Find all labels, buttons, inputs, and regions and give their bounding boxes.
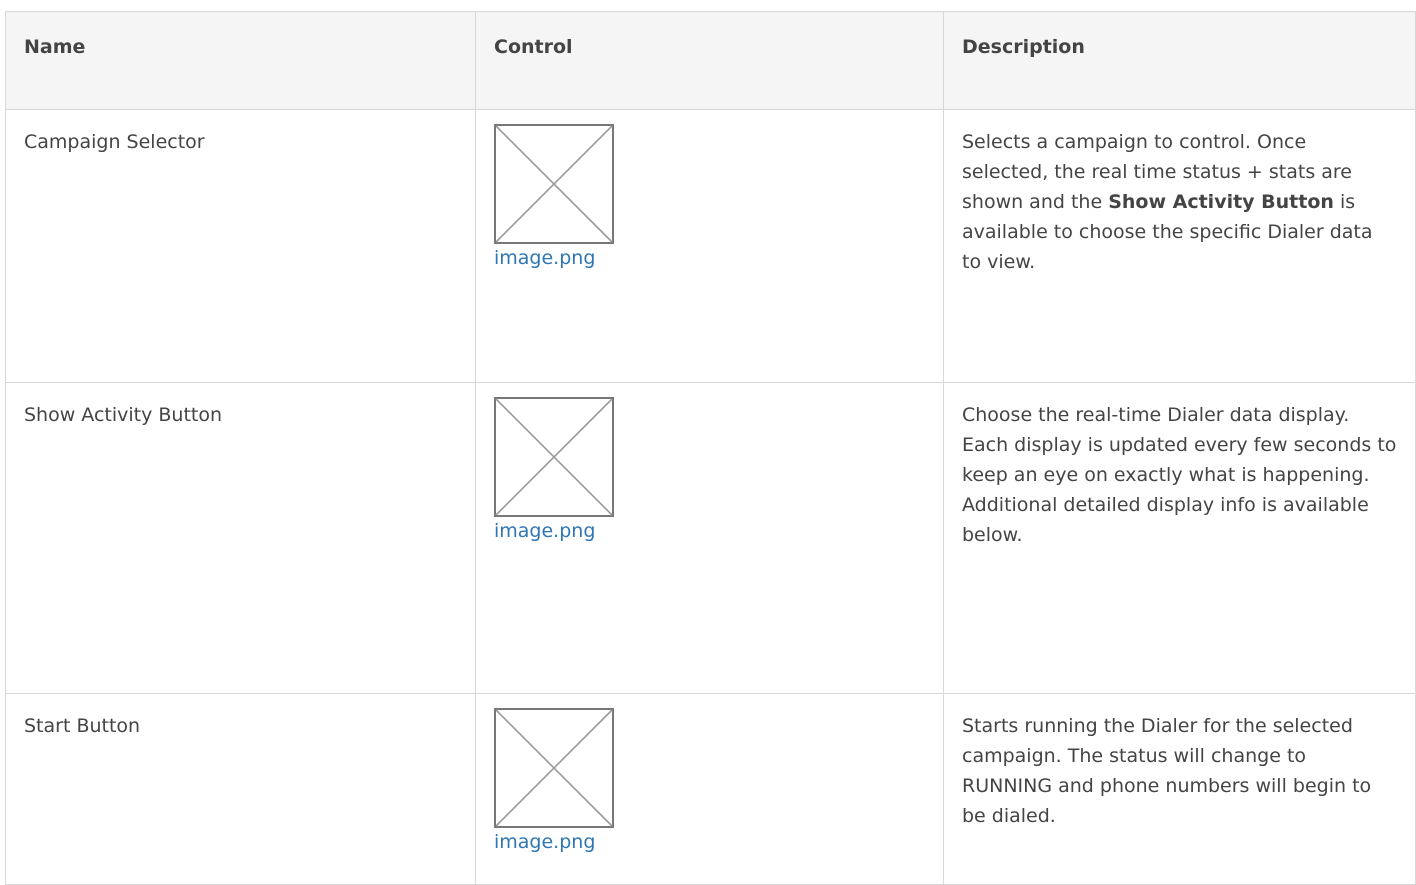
- table-row: Start Button image.png Starts running th…: [5, 693, 1416, 885]
- header-description: Description: [943, 11, 1416, 110]
- name-cell: Start Button: [5, 693, 476, 885]
- control-cell: image.png: [475, 693, 944, 885]
- control-cell: image.png: [475, 109, 944, 383]
- controls-table: Name Control Description Campaign Select…: [5, 11, 1416, 885]
- image-link[interactable]: image.png: [494, 519, 925, 543]
- row-name: Show Activity Button: [24, 404, 223, 426]
- header-control: Control: [475, 11, 944, 110]
- row-description: Choose the real-time Dialer data display…: [962, 404, 1397, 546]
- image-link[interactable]: image.png: [494, 246, 925, 270]
- description-cell: Starts running the Dialer for the select…: [943, 693, 1416, 885]
- table-row: Show Activity Button image.png Choose th…: [5, 382, 1416, 694]
- broken-image-icon: [494, 397, 614, 517]
- name-cell: Show Activity Button: [5, 382, 476, 694]
- broken-image-icon: [494, 708, 614, 828]
- header-name: Name: [5, 11, 476, 110]
- row-description: Selects a campaign to control. Once sele…: [944, 110, 1415, 277]
- name-cell: Campaign Selector: [5, 109, 476, 383]
- description-bold-text: Show Activity Button: [1108, 191, 1334, 213]
- header-control-label: Control: [494, 36, 573, 58]
- header-name-label: Name: [24, 36, 86, 58]
- broken-image-icon: [494, 124, 614, 244]
- row-name: Start Button: [24, 715, 141, 737]
- row-description: Starts running the Dialer for the select…: [962, 715, 1372, 827]
- description-cell: Choose the real-time Dialer data display…: [943, 382, 1416, 694]
- header-description-label: Description: [962, 36, 1085, 58]
- control-cell: image.png: [475, 382, 944, 694]
- table-row: Campaign Selector image.png Selects a ca…: [5, 109, 1416, 383]
- row-name: Campaign Selector: [24, 131, 205, 153]
- description-cell: Selects a campaign to control. Once sele…: [943, 109, 1416, 383]
- table-header-row: Name Control Description: [5, 11, 1416, 110]
- image-link[interactable]: image.png: [494, 830, 925, 854]
